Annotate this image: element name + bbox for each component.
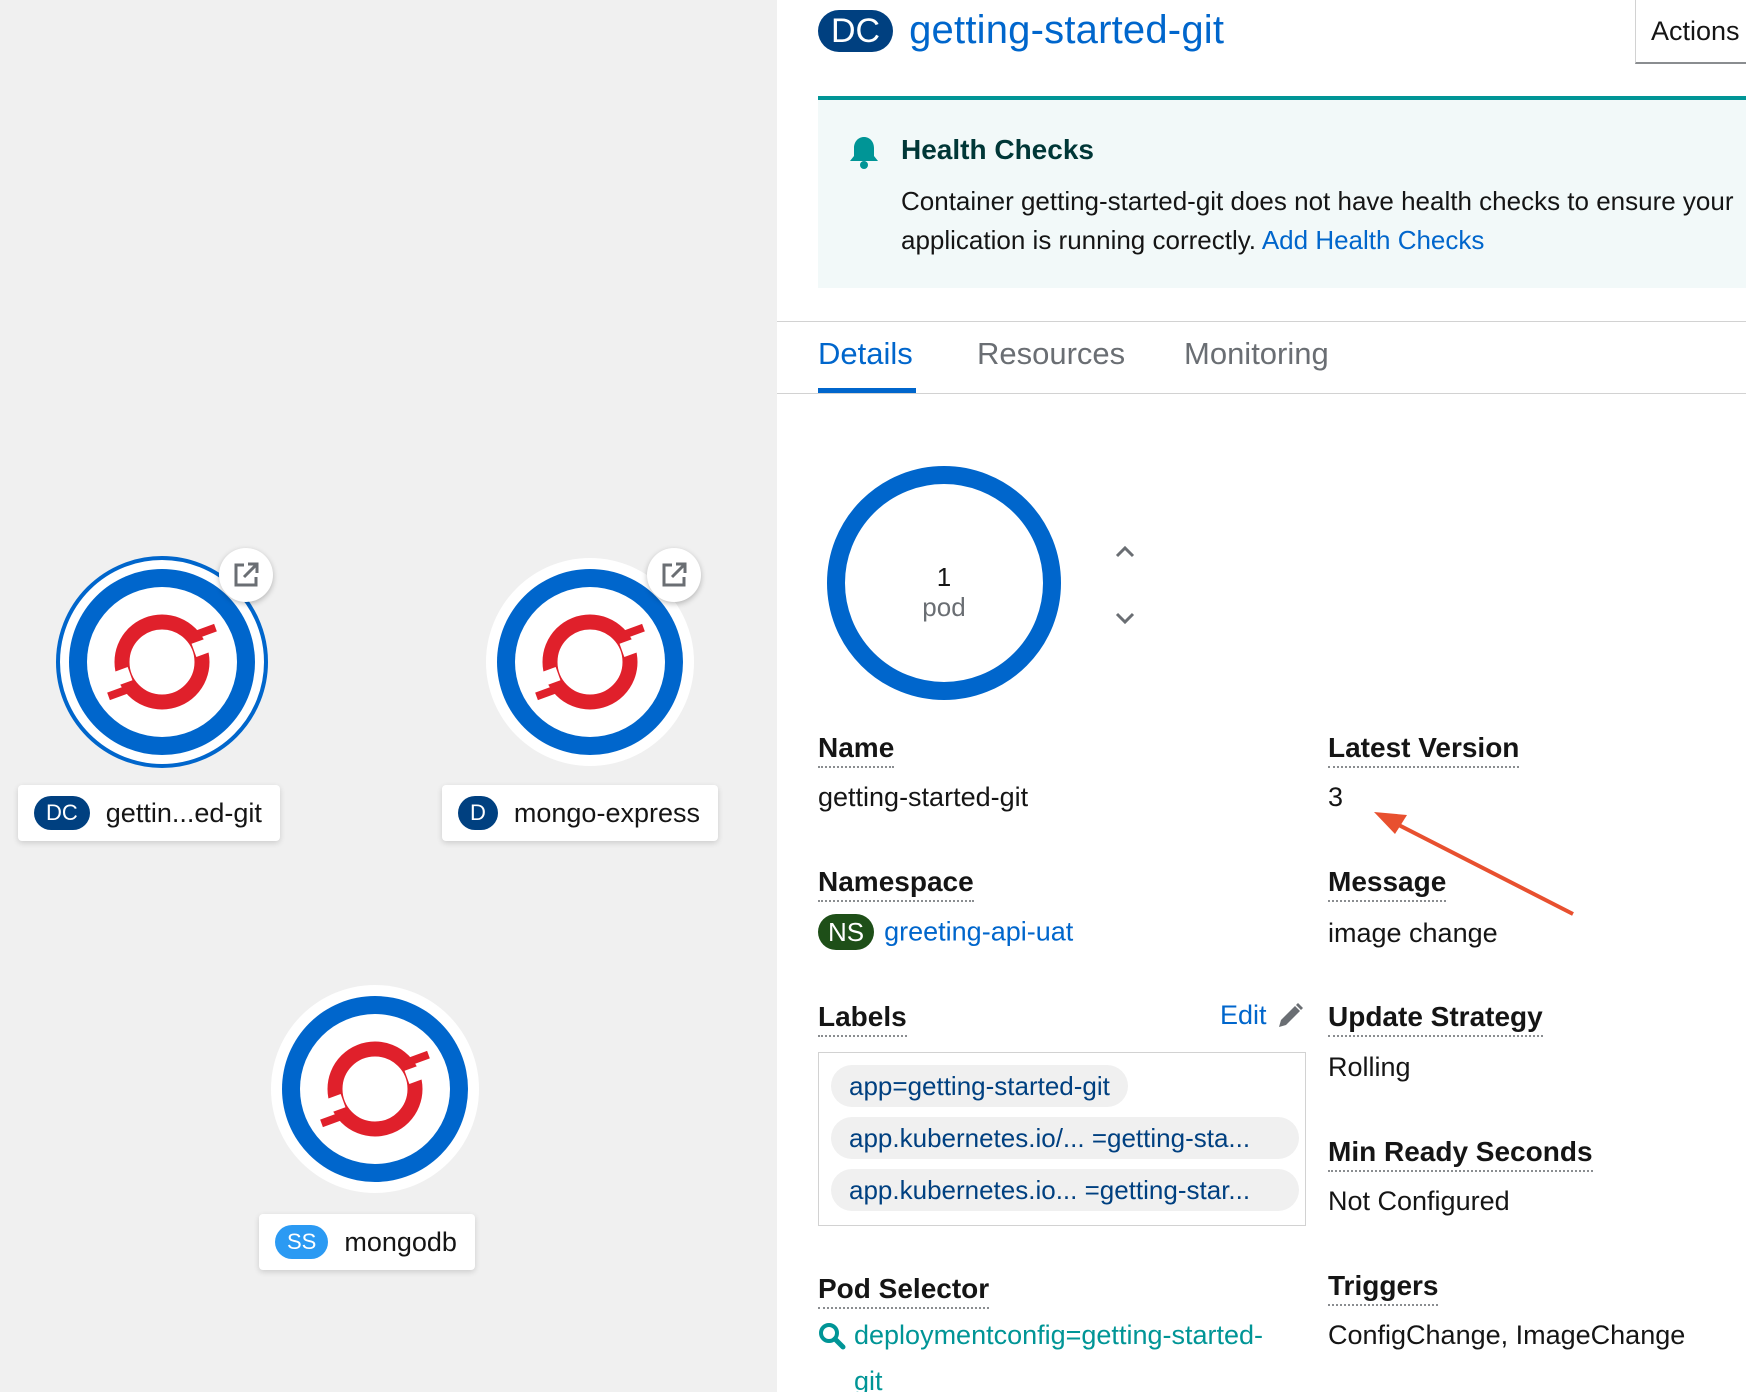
topology-node-label[interactable]: SS mongodb <box>259 1214 475 1270</box>
node-name: mongo-express <box>513 797 700 828</box>
pencil-icon <box>1278 1002 1303 1027</box>
health-checks-alert: Health Checks Container getting-started-… <box>818 96 1746 288</box>
min-ready-seconds-value: Not Configured <box>1328 1186 1510 1216</box>
actions-dropdown-button[interactable]: Actions <box>1635 0 1746 64</box>
alert-text-line1: Container getting-started-git does not h… <box>901 186 1734 216</box>
namespace-link[interactable]: greeting-api-uat <box>884 917 1073 947</box>
alert-body: Container getting-started-git does not h… <box>901 182 1746 260</box>
edit-label-text: Edit <box>1220 1000 1267 1030</box>
topology-node-label[interactable]: DC gettin...ed-git <box>18 785 280 841</box>
namespace-label: Namespace <box>818 866 974 902</box>
scale-up-icon[interactable] <box>1113 544 1137 560</box>
pod-selector-label: Pod Selector <box>818 1273 990 1309</box>
triggers-label: Triggers <box>1328 1270 1439 1306</box>
open-url-button-mongo-express[interactable] <box>647 548 701 602</box>
topology-canvas[interactable]: DC gettin...ed-git D mongo-express SS mo… <box>0 0 777 1392</box>
latest-version-value: 3 <box>1328 782 1344 812</box>
pod-selector-link[interactable]: deploymentconfig=getting-started- <box>818 1320 1263 1351</box>
pod-selector-value-cont[interactable]: git <box>854 1366 883 1392</box>
kind-badge: DC <box>34 796 90 830</box>
external-link-icon <box>662 562 687 587</box>
min-ready-seconds-label: Min Ready Seconds <box>1328 1136 1593 1172</box>
node-name: gettin...ed-git <box>105 797 262 828</box>
pod-selector-value: deploymentconfig=getting-started- <box>854 1320 1263 1350</box>
update-strategy-label: Update Strategy <box>1328 1001 1543 1037</box>
alert-title: Health Checks <box>901 134 1094 165</box>
kind-badge: SS <box>275 1225 329 1259</box>
pod-unit: pod <box>922 592 966 622</box>
open-url-button-getting-started-git[interactable] <box>219 548 273 602</box>
namespace-value: NS greeting-api-uat <box>818 914 1073 950</box>
edit-labels-button[interactable]: Edit <box>1220 1000 1305 1031</box>
pod-count: 1 <box>936 562 952 592</box>
labels-container: app=getting-started-git app.kubernetes.i… <box>818 1052 1306 1226</box>
node-ring <box>271 985 479 1193</box>
ns-badge: NS <box>818 914 875 950</box>
search-icon <box>819 1322 846 1349</box>
tab-monitoring[interactable]: Monitoring <box>1184 336 1329 372</box>
label-chip[interactable]: app.kubernetes.io... =getting-star... <box>831 1169 1299 1211</box>
name-value: getting-started-git <box>818 782 1029 812</box>
divider <box>777 321 1746 322</box>
update-strategy-value: Rolling <box>1328 1052 1411 1082</box>
tab-resources[interactable]: Resources <box>977 336 1125 372</box>
add-health-checks-link[interactable]: Add Health Checks <box>1262 225 1485 255</box>
kind-badge: DC <box>818 9 894 52</box>
topology-node-mongodb[interactable] <box>267 981 483 1197</box>
node-name: mongodb <box>344 1226 457 1257</box>
label-chip[interactable]: app=getting-started-git <box>831 1065 1128 1107</box>
name-label: Name <box>818 732 895 768</box>
labels-label: Labels <box>818 1001 907 1037</box>
label-chip[interactable]: app.kubernetes.io/... =getting-sta... <box>831 1117 1299 1159</box>
topology-node-label[interactable]: D mongo-express <box>442 785 718 841</box>
panel-header: DC getting-started-git <box>818 8 1224 53</box>
tab-details[interactable]: Details <box>818 336 913 372</box>
scale-down-icon[interactable] <box>1113 610 1137 626</box>
triggers-value: ConfigChange, ImageChange <box>1328 1320 1686 1350</box>
message-label: Message <box>1328 866 1447 902</box>
details-side-panel: DC getting-started-git Actions Health Ch… <box>777 0 1746 1392</box>
resource-title-link[interactable]: getting-started-git <box>909 8 1224 53</box>
alert-text-line2: application is running correctly. <box>901 225 1257 255</box>
bell-icon <box>850 137 878 169</box>
divider <box>777 393 1746 394</box>
kind-badge: D <box>458 796 498 830</box>
message-value: image change <box>1328 918 1498 948</box>
latest-version-label: Latest Version <box>1328 732 1520 768</box>
external-link-icon <box>234 562 259 587</box>
